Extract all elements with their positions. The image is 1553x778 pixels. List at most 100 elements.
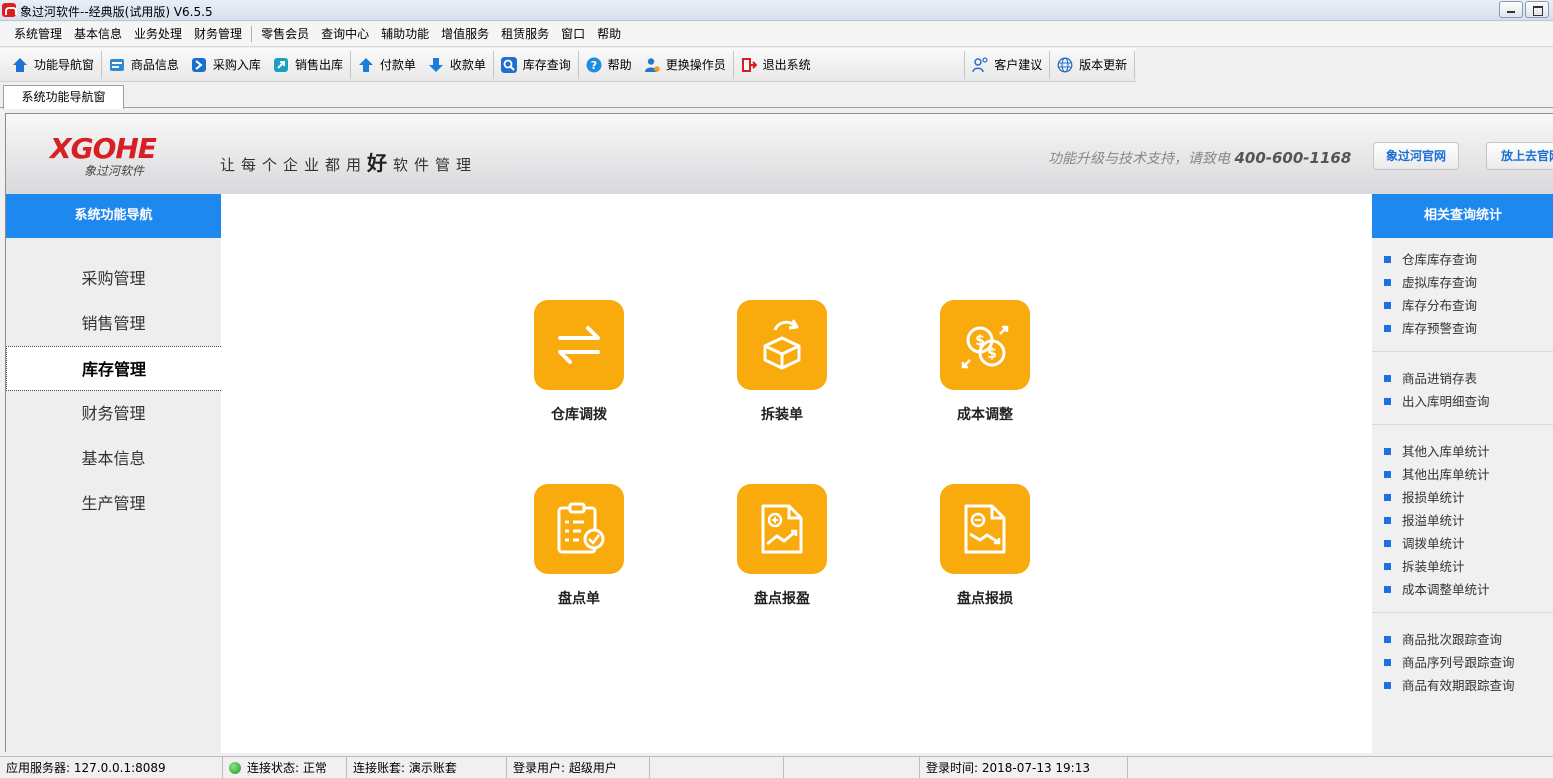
link-stock-warning-query[interactable]: 库存预警查询: [1372, 317, 1553, 340]
link-overflow-stats[interactable]: 报溢单统计: [1372, 509, 1553, 532]
purchase-in-icon: [191, 57, 206, 72]
query-group-report: 商品进销存表 出入库明细查询: [1372, 352, 1553, 425]
window-controls: [1497, 1, 1549, 18]
status-connection-text: 连接状态: 正常: [247, 761, 327, 775]
link-cost-adjust-stats[interactable]: 成本调整单统计: [1372, 578, 1553, 601]
toolbar-separator: [577, 50, 579, 79]
toolbar-help-button[interactable]: ? 帮助: [580, 51, 638, 79]
document-tab-strip: 系统功能导航窗: [0, 83, 1553, 109]
link-in-out-detail-query[interactable]: 出入库明细查询: [1372, 390, 1553, 413]
menu-value-added[interactable]: 增值服务: [435, 22, 495, 47]
toolbar-separator: [492, 50, 494, 79]
toolbar-purchase-in-button[interactable]: 采购入库: [185, 51, 267, 79]
nav-item-finance[interactable]: 财务管理: [6, 391, 221, 436]
related-query-panel: 相关查询统计 仓库库存查询 虚拟库存查询 库存分布查询 库存预警查询 商品进销存…: [1372, 194, 1553, 753]
toolbar-payment-button[interactable]: 付款单: [352, 51, 422, 79]
tile-label: 盘点单: [558, 591, 600, 607]
link-expiry-tracking[interactable]: 商品有效期跟踪查询: [1372, 674, 1553, 697]
product-icon: [109, 58, 124, 71]
nav-item-purchase[interactable]: 采购管理: [6, 256, 221, 301]
status-empty-2: [784, 757, 920, 778]
tile-label: 盘点报盈: [754, 591, 810, 607]
menu-business[interactable]: 业务处理: [128, 22, 188, 47]
status-login-time: 登录时间: 2018-07-13 19:13: [920, 757, 1128, 778]
window-title: 象过河软件--经典版(试用版) V6.5.5: [20, 5, 213, 19]
menu-query-center[interactable]: 查询中心: [315, 22, 375, 47]
slogan-part: 软件管理: [393, 156, 478, 174]
inventory-clipboard-icon: [534, 484, 624, 574]
function-navigation-window: XGOHE 象过河软件 让每个企业都用好软件管理 功能升级与技术支持，请致电 4…: [5, 113, 1553, 753]
toolbar-label: 库存查询: [522, 58, 571, 72]
menu-system[interactable]: 系统管理: [8, 22, 68, 47]
banner-header: XGOHE 象过河软件 让每个企业都用好软件管理 功能升级与技术支持，请致电 4…: [6, 114, 1553, 194]
link-loss-stats[interactable]: 报损单统计: [1372, 486, 1553, 509]
tile-warehouse-transfer[interactable]: 仓库调拨: [519, 300, 639, 424]
cost-adjust-icon: $ $: [940, 300, 1030, 390]
menu-help[interactable]: 帮助: [591, 22, 627, 47]
toolbar-label: 帮助: [607, 58, 632, 72]
link-batch-tracking[interactable]: 商品批次跟踪查询: [1372, 628, 1553, 651]
toolbar-separator: [349, 50, 351, 79]
toolbar-label: 退出系统: [762, 58, 811, 72]
toolbar-update-button[interactable]: 版本更新: [1051, 51, 1133, 79]
menu-window[interactable]: 窗口: [555, 22, 591, 47]
link-stock-distribution-query[interactable]: 库存分布查询: [1372, 294, 1553, 317]
main-toolbar: 功能导航窗 商品信息 采购入库 销售出库 付款单 收款单 库存查询 ? 帮助 更…: [0, 48, 1136, 82]
restore-button[interactable]: [1525, 1, 1549, 18]
toolbar-stock-query-button[interactable]: 库存查询: [495, 51, 577, 79]
link-warehouse-stock-query[interactable]: 仓库库存查询: [1372, 248, 1553, 271]
slogan-emphasis: 好: [367, 151, 394, 175]
status-user: 登录用户: 超级用户: [507, 757, 650, 778]
support-phone: 400-600-1168: [1234, 149, 1352, 167]
link-virtual-stock-query[interactable]: 虚拟库存查询: [1372, 271, 1553, 294]
connection-ok-icon: [229, 762, 241, 774]
tile-stocktake-order[interactable]: 盘点单: [519, 484, 639, 608]
toolbar-switch-operator-button[interactable]: 更换操作员: [638, 51, 732, 79]
official-site-button[interactable]: 象过河官网: [1373, 142, 1459, 170]
toolbar-separator: [101, 50, 102, 79]
help-icon: ?: [586, 57, 602, 72]
toolbar-sales-out-button[interactable]: 销售出库: [267, 51, 349, 79]
toolbar-label: 更换操作员: [665, 58, 726, 72]
logo-wordmark: XGOHE: [50, 132, 157, 165]
right-panel-title: 相关查询统计: [1372, 194, 1553, 238]
minimize-button[interactable]: [1499, 1, 1523, 18]
link-product-psi-report[interactable]: 商品进销存表: [1372, 367, 1553, 390]
menu-finance[interactable]: 财务管理: [188, 22, 248, 47]
search-icon: [500, 56, 517, 73]
status-bar: 应用服务器: 127.0.0.1:8089 连接状态: 正常 连接账套: 演示账…: [0, 756, 1553, 778]
toolbar-nav-window-button[interactable]: 功能导航窗: [6, 51, 100, 79]
link-transfer-stats[interactable]: 调拨单统计: [1372, 532, 1553, 555]
link-other-in-stats[interactable]: 其他入库单统计: [1372, 440, 1553, 463]
toolbar-separator: [1134, 50, 1136, 79]
link-serial-tracking[interactable]: 商品序列号跟踪查询: [1372, 651, 1553, 674]
cloud-site-button[interactable]: 放上去官网: [1486, 142, 1553, 170]
tile-unpack-order[interactable]: 拆装单: [722, 300, 842, 424]
menu-auxiliary[interactable]: 辅助功能: [375, 22, 435, 47]
tile-cost-adjustment[interactable]: $ $ 成本调整: [925, 300, 1045, 424]
toolbar-exit-button[interactable]: 退出系统: [735, 51, 817, 79]
toolbar-feedback-button[interactable]: 客户建议: [966, 51, 1048, 79]
menu-rental[interactable]: 租赁服务: [495, 22, 555, 47]
nav-item-production[interactable]: 生产管理: [6, 481, 221, 526]
link-unpack-stats[interactable]: 拆装单统计: [1372, 555, 1553, 578]
menu-retail-member[interactable]: 零售会员: [255, 22, 315, 47]
brand-logo: XGOHE 象过河软件: [50, 134, 176, 179]
menu-basic-info[interactable]: 基本信息: [68, 22, 128, 47]
nav-item-sales[interactable]: 销售管理: [6, 301, 221, 346]
sales-out-icon: [273, 57, 288, 72]
link-other-out-stats[interactable]: 其他出库单统计: [1372, 463, 1553, 486]
query-group-statistics: 其他入库单统计 其他出库单统计 报损单统计 报溢单统计 调拨单统计 拆装单统计 …: [1372, 425, 1553, 613]
toolbar-product-button[interactable]: 商品信息: [103, 51, 185, 79]
tab-function-navigation[interactable]: 系统功能导航窗: [3, 85, 124, 109]
nav-item-inventory[interactable]: 库存管理: [6, 346, 221, 391]
toolbar-receipt-button[interactable]: 收款单: [422, 51, 492, 79]
tile-stocktake-loss[interactable]: 盘点报损: [925, 484, 1045, 608]
query-group-tracking: 商品批次跟踪查询 商品序列号跟踪查询 商品有效期跟踪查询: [1372, 613, 1553, 708]
nav-item-basic-info[interactable]: 基本信息: [6, 436, 221, 481]
globe-icon: [1057, 57, 1073, 72]
app-logo-icon: [2, 3, 17, 17]
tile-stocktake-gain[interactable]: 盘点报盈: [722, 484, 842, 608]
tile-label: 成本调整: [957, 407, 1013, 423]
